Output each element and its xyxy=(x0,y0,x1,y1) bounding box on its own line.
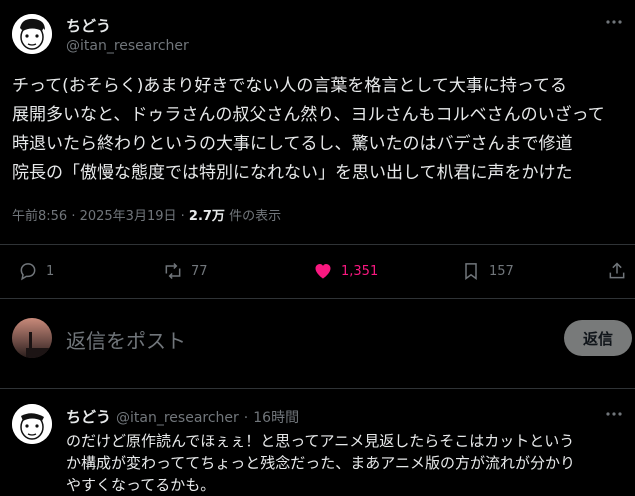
reply-count: 1 xyxy=(46,263,55,279)
bookmark-action[interactable]: 157 xyxy=(461,261,514,281)
reply-icon xyxy=(20,263,36,281)
divider xyxy=(0,388,635,389)
reply-author-avatar[interactable] xyxy=(12,404,52,444)
post-text-line: 時退いたら終わりというの大事にしてるし、驚いたのはバデさんまで修道 xyxy=(12,134,573,154)
repost-count: 77 xyxy=(191,263,208,279)
reply-text-line: か構成が変わっててちょっと残念だった、まあアニメ版の方が流れが分かり xyxy=(66,454,575,472)
separator-dot: · xyxy=(243,410,249,426)
like-action[interactable]: 1,351 xyxy=(313,261,378,281)
face-cartoon-icon xyxy=(12,14,52,54)
divider xyxy=(0,298,635,299)
heart-filled-icon xyxy=(315,264,331,279)
divider xyxy=(0,244,635,245)
more-options-icon[interactable] xyxy=(604,404,624,424)
reply-action[interactable]: 1 xyxy=(18,261,54,281)
reply-time[interactable]: 16時間 xyxy=(253,407,299,427)
reply-author-handle[interactable]: @itan_researcher xyxy=(116,410,239,426)
views-count: 2.7万 xyxy=(188,209,225,224)
reply-text: のだけど原作読んでほぇぇ！と思ってアニメ見返したらそこはカットという か構成が変… xyxy=(66,430,575,496)
reply-text-line: のだけど原作読んでほぇぇ！と思ってアニメ見返したらそこはカットという xyxy=(66,432,575,450)
reply-text-line: やすくなってるかも。 xyxy=(66,476,216,494)
more-options-icon[interactable] xyxy=(604,12,624,32)
author-avatar[interactable] xyxy=(12,14,52,54)
post-timestamp[interactable]: 午前8:56 · 2025年3月19日 · xyxy=(12,209,185,224)
author-name[interactable]: ちどう xyxy=(66,15,111,36)
share-action[interactable] xyxy=(607,261,627,281)
reply-author-name[interactable]: ちどう xyxy=(66,406,111,427)
bookmark-icon xyxy=(465,263,477,280)
repost-icon xyxy=(165,262,181,280)
share-icon xyxy=(609,262,625,279)
reply-compose-input[interactable]: 返信をポスト xyxy=(66,325,186,354)
bookmark-count: 157 xyxy=(489,263,514,279)
views-label: 件の表示 xyxy=(229,209,282,224)
face-cartoon-icon xyxy=(12,404,52,444)
post-text-line: チって(おそらく)あまり好きでない人の言葉を格言として大事に持ってる xyxy=(12,76,568,96)
reply-header: ちどう @itan_researcher · 16時間 xyxy=(66,406,299,427)
post-text-line: 展開多いなと、ドゥラさんの叔父さん然り、ヨルさんもコルベさんのいざって xyxy=(12,105,605,125)
current-user-avatar[interactable] xyxy=(12,318,52,358)
author-handle[interactable]: @itan_researcher xyxy=(66,38,189,54)
post-text-line: 院長の「傲慢な態度では特別になれない」を思い出して朳君に声をかけた xyxy=(12,163,573,183)
post-meta: 午前8:56 · 2025年3月19日 · 2.7万 件の表示 xyxy=(12,205,281,224)
user-photo-icon xyxy=(12,318,52,358)
like-count: 1,351 xyxy=(341,263,379,279)
repost-action[interactable]: 77 xyxy=(163,261,208,281)
reply-submit-button[interactable]: 返信 xyxy=(564,320,632,356)
